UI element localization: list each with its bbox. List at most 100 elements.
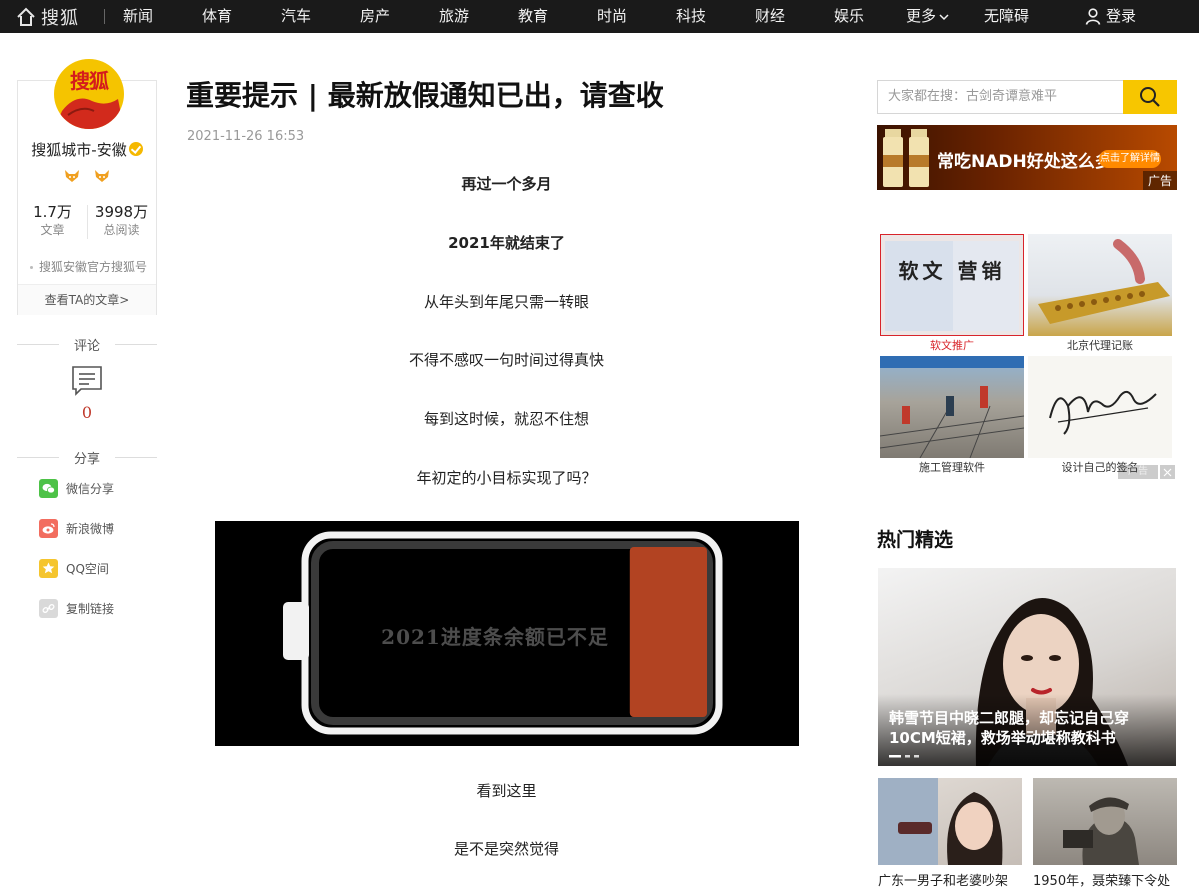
- link-icon: [39, 598, 58, 618]
- share-weibo[interactable]: 新浪微博: [39, 518, 114, 538]
- nav-item-tech[interactable]: 科技: [676, 7, 706, 26]
- search-button[interactable]: [1123, 80, 1177, 114]
- share-qzone-label: QQ空间: [66, 561, 109, 576]
- search-icon: [1140, 87, 1160, 107]
- article-paragraph: 2021年就结束了: [448, 234, 565, 252]
- construction-site-icon: [880, 356, 1024, 458]
- grid-ad-signature[interactable]: [1028, 356, 1172, 458]
- signature-icon: [1049, 390, 1157, 435]
- share-copy-link[interactable]: 复制链接: [39, 598, 114, 618]
- nav-item-news[interactable]: 新闻: [123, 7, 153, 26]
- hot-thumb-caption[interactable]: 广东一男子和老婆吵架: [878, 872, 1024, 891]
- stat-articles: 1.7万 文章: [18, 203, 87, 238]
- author-name-text: 搜狐城市-安徽: [31, 141, 127, 159]
- nav-item-entertainment[interactable]: 娱乐: [834, 7, 864, 26]
- article-paragraph: 年初定的小目标实现了吗？: [416, 469, 597, 487]
- grid-ad-caption[interactable]: 北京代理记账: [1028, 337, 1172, 353]
- weibo-icon: [39, 518, 58, 538]
- share-heading: 分享: [17, 448, 157, 467]
- author-description: 搜狐安徽官方搜狐号: [30, 258, 156, 275]
- banner-ad-text: 常吃NADH好处这么多: [937, 152, 1112, 172]
- article-paragraph: 每到这时候，就忍不住想: [423, 410, 589, 428]
- woman-photo-image: [878, 778, 1003, 865]
- grid-ad-construction[interactable]: [880, 356, 1024, 458]
- fox-badge-icon: [94, 170, 109, 182]
- home-icon: [17, 7, 35, 26]
- article-paragraph: 看到这里: [476, 782, 537, 800]
- stat-reads: 3998万 总阅读: [87, 203, 156, 238]
- avatar[interactable]: 搜狐: [54, 59, 124, 129]
- ad-tag: 广告: [1142, 171, 1177, 190]
- nav-item-house[interactable]: 房产: [360, 7, 390, 26]
- historic-photo-image: [1063, 797, 1139, 865]
- hot-thumb-caption[interactable]: 1950年，聂荣臻下令处: [1033, 872, 1179, 891]
- hot-thumb[interactable]: [1033, 778, 1177, 865]
- stat-articles-label: 文章: [40, 223, 65, 237]
- article-paragraph: 再过一个多月: [461, 175, 552, 193]
- grid-ad-caption[interactable]: 软文推广: [880, 337, 1024, 353]
- article-image-text: 2021进度条余额已不足: [381, 625, 609, 649]
- top-navbar: 搜狐 新闻 体育 汽车 房产 旅游 教育 时尚 科技 财经 娱乐 更多 无障碍 …: [0, 0, 1199, 33]
- view-articles-link[interactable]: 查看TA的文章>: [18, 284, 156, 315]
- search-input[interactable]: 大家都在搜：古剑奇谭意难平: [877, 80, 1123, 114]
- login-button[interactable]: 登录: [1085, 7, 1136, 26]
- share-wechat-label: 微信分享: [66, 481, 115, 496]
- nav-item-more[interactable]: 更多: [906, 7, 949, 26]
- carousel-indicator: [889, 755, 919, 758]
- stat-articles-count: 1.7万: [33, 203, 72, 221]
- article-paragraph: 不得不感叹一句时间过得真快: [408, 351, 604, 369]
- nav-more-label: 更多: [906, 7, 937, 25]
- abacus-icon: [1038, 239, 1170, 324]
- article-title: 重要提示 | 最新放假通知已出，请查收: [186, 79, 664, 112]
- qzone-star-icon: [39, 558, 58, 578]
- article-paragraph: 从年头到年尾只需一转眼: [423, 293, 589, 311]
- grid-ad-caption[interactable]: 施工管理软件: [880, 459, 1024, 475]
- comment-icon[interactable]: [72, 366, 102, 396]
- login-label: 登录: [1106, 7, 1137, 25]
- chevron-down-icon: [939, 13, 949, 20]
- close-icon: [1163, 468, 1172, 477]
- hot-thumb[interactable]: [878, 778, 1022, 865]
- author-card: 搜狐 搜狐城市-安徽 1.7万 文章 3998万 总阅读 搜狐安徽官方搜狐号 查…: [17, 59, 157, 315]
- verified-icon: [128, 142, 143, 156]
- author-name[interactable]: 搜狐城市-安徽: [18, 139, 156, 160]
- banner-ad-button[interactable]: 点击了解详情: [1099, 150, 1161, 168]
- wechat-icon: [39, 478, 58, 498]
- nav-item-fashion[interactable]: 时尚: [597, 7, 627, 26]
- nav-item-accessibility[interactable]: 无障碍: [984, 7, 1029, 26]
- stat-reads-count: 3998万: [94, 203, 149, 221]
- nav-item-finance[interactable]: 财经: [755, 7, 785, 26]
- share-weibo-label: 新浪微博: [66, 521, 115, 536]
- bullet-dot: [30, 266, 33, 269]
- banner-ad-nadh[interactable]: 常吃NADH好处这么多 点击了解详情 广告: [877, 125, 1177, 190]
- logo-text: 搜狐: [41, 8, 79, 29]
- share-qzone[interactable]: QQ空间: [39, 558, 109, 578]
- grid-ad-image-text: 软文 营销: [898, 259, 1006, 283]
- share-copy-link-label: 复制链接: [66, 601, 115, 616]
- grid-ad-tag: 广告: [1118, 465, 1158, 479]
- ad-close-button[interactable]: [1160, 465, 1175, 479]
- hot-picks-heading: 热门精选: [877, 529, 954, 551]
- hot-feature-caption: 韩雪节目中晓二郎腿，却忘记自己穿10CM短裙，救场举动堪称教科书: [889, 709, 1130, 747]
- nav-item-education[interactable]: 教育: [518, 7, 548, 26]
- comments-heading: 评论: [17, 335, 157, 354]
- nav-item-auto[interactable]: 汽车: [281, 7, 311, 26]
- grid-ad-softarticle[interactable]: 软文 营销: [880, 234, 1024, 336]
- nav-item-sports[interactable]: 体育: [202, 7, 232, 26]
- grid-ad-accounting[interactable]: [1028, 234, 1172, 336]
- share-wechat[interactable]: 微信分享: [39, 478, 114, 498]
- nav-divider: [104, 9, 105, 24]
- article-image-battery[interactable]: 2021进度条余额已不足: [215, 521, 799, 746]
- article-paragraph: 是不是突然觉得: [453, 840, 559, 858]
- author-badges: [18, 168, 156, 187]
- fox-badge-icon: [65, 170, 80, 182]
- author-description-text: 搜狐安徽官方搜狐号: [39, 260, 148, 274]
- sohu-logo[interactable]: 搜狐: [16, 6, 79, 29]
- user-icon: [1085, 8, 1101, 25]
- article-date: 2021-11-26 16:53: [187, 129, 305, 144]
- author-stats: 1.7万 文章 3998万 总阅读: [18, 203, 156, 243]
- supplement-bottles-icon: [883, 129, 929, 187]
- comment-count[interactable]: 0: [70, 403, 104, 422]
- nav-item-travel[interactable]: 旅游: [439, 7, 469, 26]
- hot-feature-card[interactable]: 韩雪节目中晓二郎腿，却忘记自己穿10CM短裙，救场举动堪称教科书: [878, 568, 1176, 766]
